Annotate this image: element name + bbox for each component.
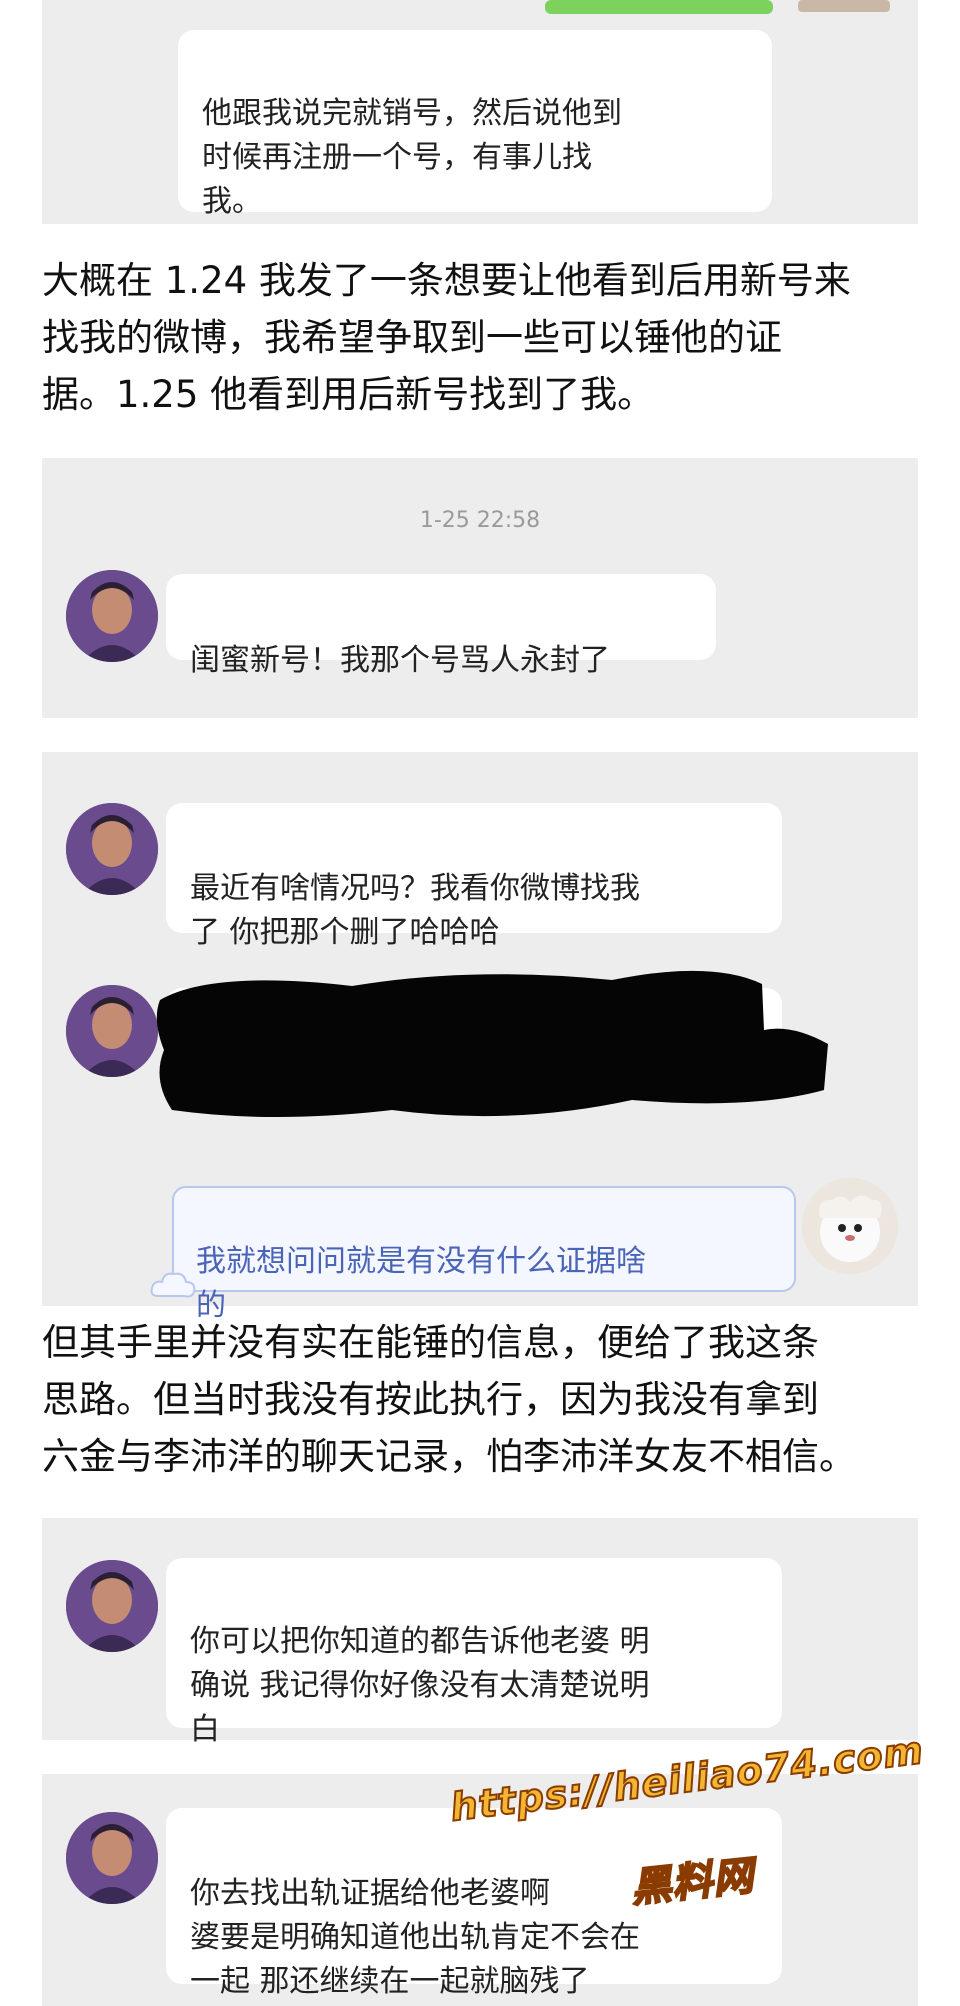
contact-avatar[interactable]: [66, 803, 158, 895]
cloud-decoration-icon: [150, 1272, 196, 1298]
fluffy-dog-avatar-icon: [802, 1178, 898, 1274]
contact-avatar[interactable]: [66, 1560, 158, 1652]
contact-avatar[interactable]: [66, 985, 158, 1077]
avatar-portrait-icon: [66, 803, 158, 895]
avatar-portrait-icon: [66, 985, 158, 1077]
my-avatar[interactable]: [802, 1178, 898, 1274]
contact-avatar[interactable]: [66, 1812, 158, 1904]
chat-message-bubble[interactable]: 你可以把你知道的都告诉他老婆 明 确说 我记得你好像没有太清楚说明 白: [166, 1558, 782, 1747]
avatar-portrait-icon: [66, 1560, 158, 1652]
message-timestamp: 1-25 22:58: [419, 508, 541, 533]
my-message-text: 我就想问问就是有没有什么证据啥 的: [196, 1244, 646, 1323]
chat-message-bubble[interactable]: 闺蜜新号！我那个号骂人永封了: [166, 574, 716, 678]
redaction-scribble: [156, 970, 829, 1117]
narrative-paragraph: 但其手里并没有实在能锤的信息，便给了我这条 思路。但当时我没有按此执行，因为我没…: [42, 1321, 856, 1478]
narrative-paragraph: 大概在 1.24 我发了一条想要让他看到后用新号来 找我的微博，我希望争取到一些…: [42, 259, 851, 416]
avatar-portrait-icon: [66, 1812, 158, 1904]
chat-message-bubble[interactable]: 最近有啥情况吗？我看你微博找我 了 你把那个删了哈哈哈: [166, 803, 782, 950]
chat-message-text: 他跟我说完就销号，然后说他到 时候再注册一个号，有事儿找 我。: [202, 96, 622, 219]
chat-message-text: 闺蜜新号！我那个号骂人永封了: [190, 643, 610, 678]
chat-message-bubble[interactable]: 他跟我说完就销号，然后说他到 时候再注册一个号，有事儿找 我。: [178, 30, 772, 219]
sent-message-bubble-edge[interactable]: [545, 0, 773, 14]
avatar-portrait-icon: [66, 570, 158, 662]
chat-message-text: 你去找出轨证据给他老婆啊 婆要是明确知道他出轨肯定不会在 一起 那还继续在一起就…: [190, 1876, 640, 1999]
contact-avatar[interactable]: [66, 570, 158, 662]
user-avatar-edge[interactable]: [798, 0, 890, 12]
my-message-bubble[interactable]: 我就想问问就是有没有什么证据啥 的: [172, 1186, 796, 1323]
